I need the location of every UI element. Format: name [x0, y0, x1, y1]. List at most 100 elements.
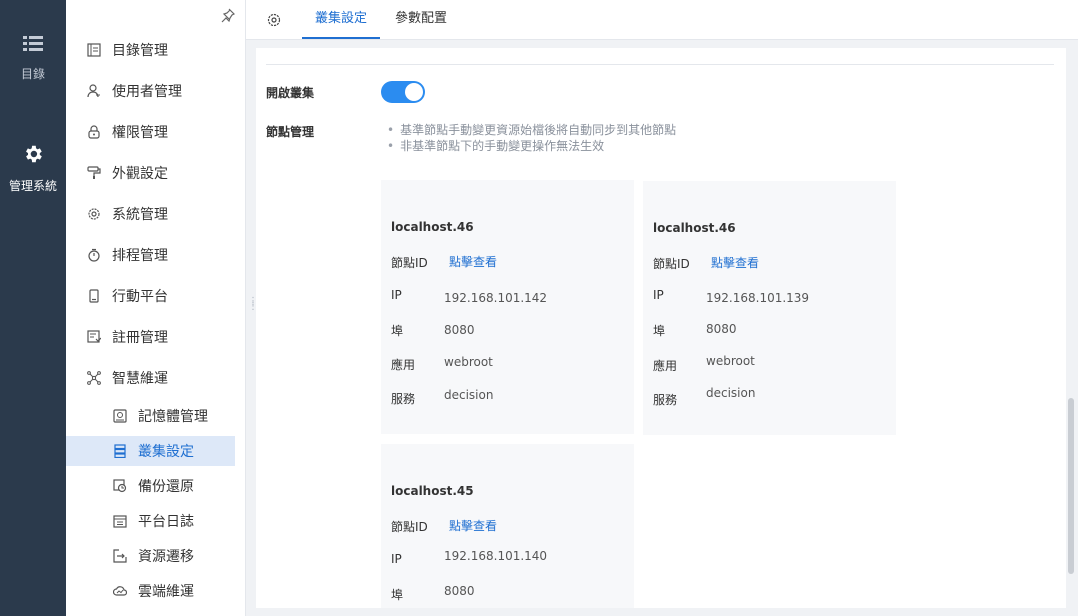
ip-label: IP [391, 288, 402, 302]
sidebar-item-memory[interactable]: 記憶體管理 [66, 401, 246, 431]
sidebar: 目錄管理 使用者管理 權限管理 外觀設定 系統管理 排程管理 行動平台 註冊管理… [66, 0, 246, 616]
cluster-enable-toggle[interactable] [381, 81, 425, 103]
cluster-enable-label: 開啟叢集 [266, 86, 315, 100]
hint-item: 基準節點手動變更資源始檔後將自動同步到其他節點 [387, 122, 676, 138]
node-id-label: 節點ID [391, 256, 428, 270]
sidebar-item-users[interactable]: 使用者管理 [66, 76, 246, 106]
sidebar-item-label: 雲端維運 [138, 584, 194, 600]
sidebar-item-label: 記憶體管理 [138, 409, 208, 425]
rail-catalog-label: 目錄 [20, 67, 45, 81]
sidebar-item-label: 使用者管理 [112, 84, 182, 100]
cloud-icon [112, 583, 128, 599]
node-id-label: 節點ID [653, 257, 690, 271]
network-icon [86, 370, 102, 386]
sidebar-item-smart-ops[interactable]: 智慧維運 [66, 363, 246, 393]
sidebar-item-label: 註冊管理 [112, 330, 168, 346]
sidebar-item-cluster[interactable]: 叢集設定 [66, 436, 235, 466]
log-icon [112, 513, 128, 529]
sidebar-item-register[interactable]: 註冊管理 [66, 322, 246, 352]
sidebar-item-permissions[interactable]: 權限管理 [66, 117, 246, 147]
memory-icon [112, 408, 128, 424]
migrate-icon [112, 548, 128, 564]
app-label: 應用 [653, 359, 678, 373]
user-icon [86, 83, 102, 99]
mobile-icon [86, 288, 102, 304]
service-label: 服務 [653, 393, 678, 407]
register-icon [86, 329, 102, 345]
list-icon [23, 36, 43, 51]
lock-icon [86, 124, 102, 140]
hint-item: 非基準節點下的手動變更操作無法生效 [387, 138, 676, 154]
app-value: webroot [444, 355, 493, 369]
sidebar-item-label: 外觀設定 [112, 166, 168, 182]
port-label: 埠 [653, 324, 666, 338]
port-value: 8080 [706, 322, 737, 336]
node-title: localhost.45 [391, 484, 474, 498]
sidebar-item-label: 目錄管理 [112, 43, 168, 59]
view-node-id-link[interactable]: 點擊查看 [711, 254, 759, 271]
sidebar-item-label: 智慧維運 [112, 371, 168, 387]
sidebar-item-migrate[interactable]: 資源遷移 [66, 541, 246, 571]
gear-icon[interactable] [266, 12, 282, 28]
rail-catalog[interactable]: 目錄 [0, 35, 66, 82]
sidebar-item-appearance[interactable]: 外觀設定 [66, 158, 246, 188]
ip-label: IP [653, 288, 664, 302]
rail-manage-label: 管理系統 [8, 179, 57, 193]
sidebar-item-cloud-ops[interactable]: 雲端維運 [66, 576, 246, 606]
view-node-id-link[interactable]: 點擊查看 [449, 517, 497, 534]
node-id-label: 節點ID [391, 520, 428, 534]
ip-value: 192.168.101.139 [706, 291, 810, 305]
cluster-settings-panel: ▁▁ ▁ ▁ 開啟叢集 節點管理 基準節點手動變更資源始檔後將自動同步到其他節點… [256, 48, 1066, 608]
catalog-icon [86, 42, 102, 58]
sidebar-item-label: 排程管理 [112, 248, 168, 264]
divider [266, 64, 1054, 65]
app-label: 應用 [391, 358, 416, 372]
service-value: decision [444, 388, 494, 402]
sidebar-item-label: 平台日誌 [138, 514, 194, 530]
hint-list: 基準節點手動變更資源始檔後將自動同步到其他節點 非基準節點下的手動變更操作無法生… [387, 122, 676, 154]
service-label: 服務 [391, 392, 416, 406]
unpin-icon[interactable] [220, 7, 236, 23]
sidebar-item-backup[interactable]: 備份還原 [66, 471, 246, 501]
node-manage-label: 節點管理 [266, 125, 315, 139]
node-title: localhost.46 [653, 221, 736, 235]
section-title-clipped: ▁▁ ▁ ▁ [266, 48, 314, 52]
sidebar-item-platform-log[interactable]: 平台日誌 [66, 506, 246, 536]
sidebar-item-label: 資源遷移 [138, 549, 194, 565]
gear-icon [26, 145, 42, 163]
gear-icon [86, 206, 102, 222]
sidebar-item-label: 備份還原 [138, 479, 194, 495]
sidebar-item-label: 行動平台 [112, 289, 168, 305]
app-rail: 目錄 管理系統 [0, 0, 66, 616]
ip-value: 192.168.101.140 [444, 549, 548, 563]
view-node-id-link[interactable]: 點擊查看 [449, 253, 497, 270]
timer-icon [86, 247, 102, 263]
ip-label: IP [391, 552, 402, 566]
node-title: localhost.46 [391, 220, 474, 234]
tab-parameter-config[interactable]: 參數配置 [395, 0, 447, 39]
sidebar-item-schedule[interactable]: 排程管理 [66, 240, 246, 270]
sidebar-resize-handle[interactable]: ⋮ ⋮ [248, 297, 258, 315]
cluster-icon [112, 443, 128, 459]
sidebar-item-label: 權限管理 [112, 125, 168, 141]
sidebar-item-catalog[interactable]: 目錄管理 [66, 35, 246, 65]
node-card: localhost.45 節點ID 點擊查看 IP 192.168.101.14… [381, 444, 634, 608]
sidebar-item-label: 叢集設定 [138, 444, 194, 460]
scrollbar-thumb[interactable] [1068, 398, 1074, 574]
port-label: 埠 [391, 324, 404, 338]
node-card: localhost.46 節點ID 點擊查看 IP 192.168.101.13… [643, 181, 896, 435]
sidebar-item-system[interactable]: 系統管理 [66, 199, 246, 229]
port-value: 8080 [444, 584, 475, 598]
paint-roller-icon [86, 165, 102, 181]
rail-manage[interactable]: 管理系統 [0, 143, 66, 194]
ip-value: 192.168.101.142 [444, 291, 548, 305]
app-value: webroot [706, 354, 755, 368]
port-value: 8080 [444, 323, 475, 337]
tab-cluster-settings[interactable]: 叢集設定 [302, 0, 380, 39]
service-value: decision [706, 386, 756, 400]
backup-icon [112, 478, 128, 494]
tab-bar: 叢集設定 參數配置 [246, 0, 1078, 40]
node-card: localhost.46 節點ID 點擊查看 IP 192.168.101.14… [381, 180, 634, 434]
sidebar-item-label: 系統管理 [112, 207, 168, 223]
sidebar-item-mobile[interactable]: 行動平台 [66, 281, 246, 311]
